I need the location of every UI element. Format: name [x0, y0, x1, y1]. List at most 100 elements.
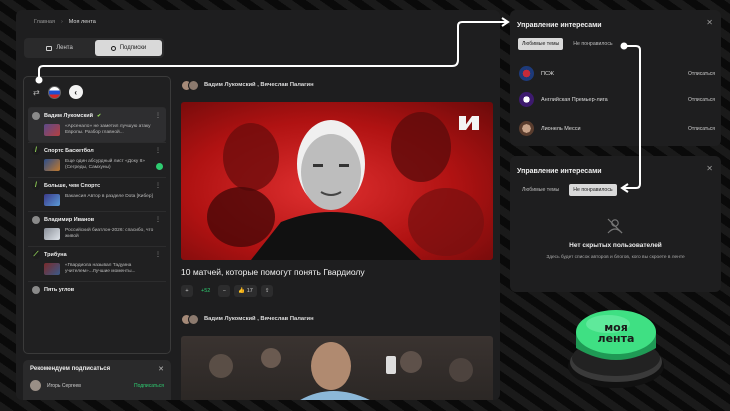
- tab-disliked[interactable]: Не понравилось: [569, 38, 616, 50]
- recommendation-title: Рекомендуем подписаться: [30, 366, 111, 372]
- list-item-name: Вадим Лукомский: [44, 113, 93, 119]
- tab-subscriptions[interactable]: Подписки: [95, 40, 162, 56]
- close-icon[interactable]: ✕: [706, 18, 713, 27]
- interest-name[interactable]: Лионель Месси: [541, 126, 581, 132]
- empty-state-subtitle: Здесь будет список авторов и блогов, ког…: [546, 255, 685, 260]
- likes-button[interactable]: 👍 17: [234, 285, 257, 297]
- russia-flag-icon[interactable]: [47, 85, 61, 99]
- recommended-user[interactable]: Игорь Сергеев: [47, 383, 81, 389]
- tab-disliked[interactable]: Не понравилось: [569, 184, 617, 196]
- button-label-line2: лента: [597, 332, 635, 345]
- post-thumbnail: [44, 262, 60, 275]
- new-indicator: [156, 162, 163, 170]
- premier-league-logo-icon: [519, 92, 534, 107]
- avatar: [519, 121, 534, 136]
- avatar: [32, 285, 40, 294]
- list-item-text: Вакансия Автор в разделе Dota [Кибер]: [65, 193, 153, 199]
- more-icon[interactable]: ⋮: [155, 112, 161, 119]
- list-item-name: Спортс Баскетбол: [44, 147, 94, 154]
- panel-title: Управление интересами: [517, 22, 602, 29]
- unsubscribe-button[interactable]: Отписаться: [688, 71, 715, 77]
- breadcrumb-home[interactable]: Главная: [34, 19, 55, 25]
- interest-name[interactable]: ПСЖ: [541, 71, 554, 77]
- tab-feed-label: Лента: [56, 45, 73, 51]
- post-thumbnail: [44, 124, 60, 136]
- back-arrow-icon[interactable]: ‹: [68, 85, 83, 99]
- tab-favorite-topics[interactable]: Любимые темы: [518, 38, 564, 50]
- list-item-name: Больше, чем Спортс: [44, 182, 101, 189]
- list-item-text: Еще один абсурдный лист «Доку 8» (Сегред…: [65, 158, 145, 171]
- list-item[interactable]: ⟋ Трибуна ⋮ «Гвардиола называл Тадуина уч…: [28, 245, 166, 281]
- list-item[interactable]: Вадим Лукомский ✔ ⋮ «Арсенало» не заметил…: [28, 107, 166, 142]
- cover-illustration: [207, 112, 484, 260]
- interest-name[interactable]: Английская Премьер-лига: [541, 97, 608, 103]
- unsubscribe-button[interactable]: Отписаться: [688, 126, 715, 132]
- tribuna-logo-icon: ⟋: [32, 250, 40, 259]
- subscription-list: Вадим Лукомский ✔ ⋮ «Арсенало» не заметил…: [24, 107, 170, 299]
- more-icon[interactable]: ⋮: [155, 182, 161, 189]
- author-avatars: [181, 313, 199, 325]
- upvote-button[interactable]: +: [181, 285, 193, 297]
- breadcrumb: Главная › Моя лента: [34, 19, 96, 25]
- post-reactions: + +52 − 👍 17 ⇪: [181, 285, 493, 297]
- breadcrumb-current: Моя лента: [68, 19, 96, 25]
- sports-logo-icon: /: [32, 146, 40, 155]
- empty-state-title: Нет скрытых пользователей: [569, 242, 662, 249]
- recommendation-card: Рекомендуем подписаться ✕ Игорь Сергеев …: [23, 360, 171, 400]
- list-item[interactable]: Владимир Иванов ⋮ Российский биатлон-202…: [28, 210, 166, 246]
- more-icon[interactable]: ⋮: [155, 147, 161, 154]
- list-item-text: «Гвардиола называл Тадуина учителем»...Л…: [65, 262, 136, 275]
- list-item[interactable]: / Спортс Баскетбол ⋮ Еще один абсурдный л…: [28, 141, 166, 177]
- button-label: моя лента: [566, 322, 666, 344]
- authors-label[interactable]: Вадим Лукомский , Вячеслав Палагин: [204, 82, 314, 88]
- authors-label[interactable]: Вадим Лукомский , Вячеслав Палагин: [204, 316, 314, 322]
- interest-tabs: Любимые темы Не понравилось: [518, 184, 617, 196]
- verified-icon: ✔: [96, 113, 102, 119]
- feed-tabs: Лента Подписки: [24, 38, 164, 58]
- more-icon[interactable]: ⋮: [155, 251, 161, 258]
- app-window: Главная › Моя лента Лента Подписки ⇄ ‹ В…: [16, 10, 500, 400]
- tab-feed[interactable]: Лента: [26, 40, 93, 56]
- swap-icon[interactable]: ⇄: [33, 88, 40, 97]
- interests-panel-favorites: Управление интересами ✕ Любимые темы Не …: [510, 10, 721, 146]
- post-authors: Вадим Лукомский , Вячеслав Палагин: [181, 310, 493, 328]
- author-avatars: [181, 79, 199, 91]
- list-item: Английская Премьер-лига Отписаться: [519, 92, 715, 107]
- close-icon[interactable]: ✕: [706, 164, 713, 173]
- tab-subscriptions-label: Подписки: [119, 45, 147, 51]
- list-item: Лионель Месси Отписаться: [519, 121, 715, 136]
- follow-button[interactable]: Подписаться: [134, 383, 164, 389]
- tab-favorite-topics[interactable]: Любимые темы: [518, 184, 563, 196]
- list-item-text: Российский биатлон-2026: спасибо, что жи…: [65, 227, 154, 240]
- avatar: [32, 112, 40, 120]
- post-cover-image[interactable]: [181, 102, 493, 260]
- interests-panel-hidden: Управление интересами ✕ Любимые темы Не …: [510, 156, 721, 292]
- list-item[interactable]: / Больше, чем Спортс ⋮ Вакансия Автор в р…: [28, 176, 166, 211]
- list-item[interactable]: Пять углов: [28, 280, 166, 299]
- post-thumbnail: [44, 158, 60, 171]
- rating-score: +52: [201, 288, 211, 294]
- downvote-button[interactable]: −: [218, 285, 231, 297]
- list-item: ПСЖ Отписаться: [519, 66, 715, 81]
- close-icon[interactable]: ✕: [158, 365, 164, 373]
- post-thumbnail: [44, 193, 60, 206]
- post-authors: Вадим Лукомский , Вячеслав Палагин: [181, 76, 493, 94]
- list-item-name: Владимир Иванов: [44, 216, 95, 223]
- sports-logo-icon: /: [32, 181, 40, 190]
- list-item-text: «Арсенало» не заметил лучшую атаку Европ…: [65, 124, 151, 136]
- interest-tabs: Любимые темы Не понравилось: [518, 38, 617, 50]
- share-icon[interactable]: ⇪: [260, 285, 274, 297]
- my-feed-3d-button: моя лента: [566, 296, 666, 392]
- unsubscribe-button[interactable]: Отписаться: [688, 97, 715, 103]
- avatar: [32, 215, 40, 224]
- post-title[interactable]: 10 матчей, которые помогут понять Гварди…: [181, 267, 493, 277]
- panel-title: Управление интересами: [517, 168, 602, 175]
- more-icon[interactable]: ⋮: [155, 216, 161, 223]
- hidden-user-icon: [607, 218, 623, 234]
- post-cover-image[interactable]: [181, 336, 493, 400]
- psg-logo-icon: [519, 66, 534, 81]
- sidebar-toolbar: ⇄ ‹: [24, 77, 170, 107]
- feed-icon: [46, 45, 53, 51]
- list-item-name: Пять углов: [44, 286, 75, 293]
- people-icon: [110, 45, 116, 51]
